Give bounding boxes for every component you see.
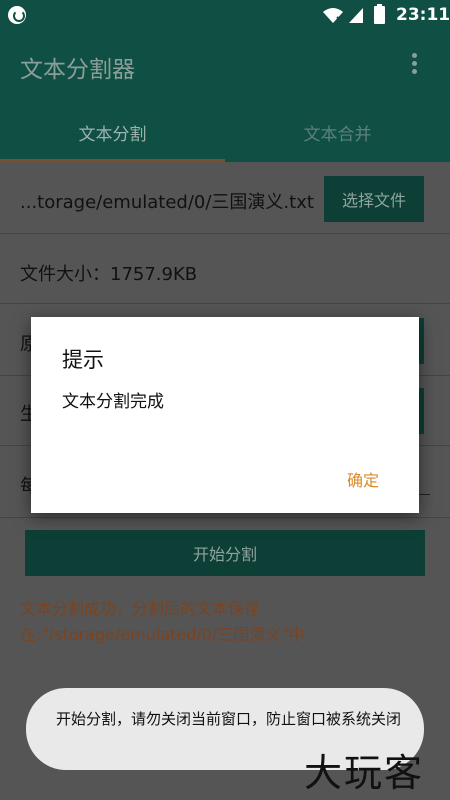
overflow-menu-icon[interactable] <box>404 50 424 80</box>
tab-merge[interactable]: 文本合并 <box>225 102 450 162</box>
start-split-button[interactable]: 开始分割 <box>25 530 425 576</box>
result-message: 文本分割成功，分割后的文本保存在:"/storage/emulated/0/三国… <box>20 599 305 644</box>
tab-bar: 文本分割 文本合并 <box>0 102 450 163</box>
signal-icon <box>349 8 363 23</box>
file-size-text: 文件大小：1757.9KB <box>20 264 198 285</box>
file-path-row: ...torage/emulated/0/三国演义.txt 选择文件 <box>0 162 450 234</box>
file-path-text: ...torage/emulated/0/三国演义.txt <box>20 192 314 213</box>
choose-file-button[interactable]: 选择文件 <box>324 176 424 222</box>
status-time: 23:11 <box>396 5 450 25</box>
app-bar: 文本分割器 <box>0 30 450 102</box>
dialog-message: 文本分割完成 <box>62 392 164 412</box>
dialog-ok-button[interactable]: 确定 <box>347 467 379 491</box>
dialog-title: 提示 <box>62 348 104 372</box>
tab-split[interactable]: 文本分割 <box>0 102 225 162</box>
watermark-logo: 大玩客 <box>304 751 425 795</box>
alert-dialog: 提示 文本分割完成 确定 <box>31 317 419 513</box>
toast-text: 开始分割，请勿关闭当前窗口，防止窗口被系统关闭 <box>56 710 402 728</box>
battery-icon <box>374 4 385 24</box>
status-bar: 23:11 <box>0 0 450 30</box>
wifi-icon <box>323 8 343 23</box>
notification-icon <box>8 6 26 24</box>
file-size-row: 文件大小：1757.9KB <box>0 234 450 304</box>
app-title: 文本分割器 <box>20 57 135 83</box>
